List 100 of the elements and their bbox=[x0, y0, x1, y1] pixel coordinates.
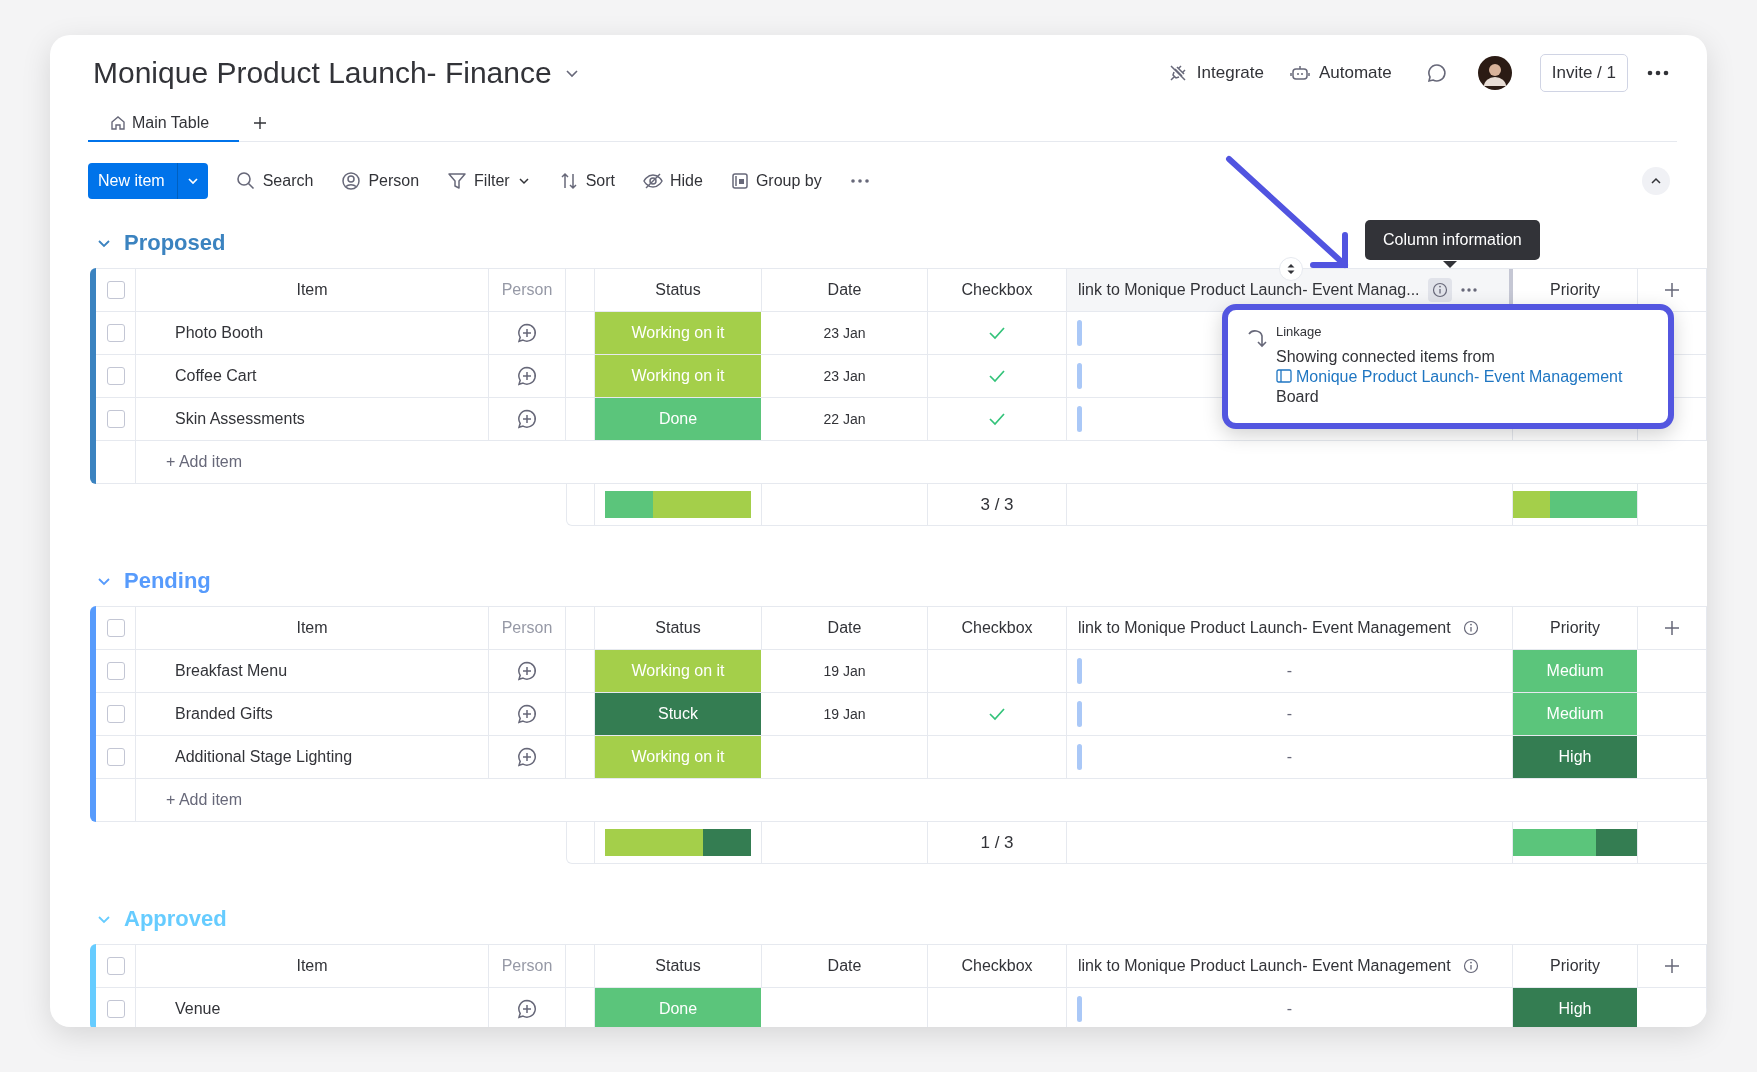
search-button[interactable]: Search bbox=[235, 171, 314, 191]
link-bar bbox=[1077, 701, 1082, 727]
check-icon bbox=[988, 707, 1006, 721]
automate-button[interactable]: Automate bbox=[1289, 63, 1392, 83]
board-title: Monique Product Launch- Finance bbox=[93, 56, 552, 90]
view-tab[interactable]: Main Table bbox=[88, 105, 240, 142]
date-cell: 23 Jan bbox=[823, 368, 866, 384]
popup-title: Linkage bbox=[1276, 324, 1323, 339]
column-header[interactable]: Priority bbox=[1550, 619, 1600, 637]
chat-icon[interactable] bbox=[1425, 62, 1448, 84]
search-icon bbox=[235, 171, 256, 191]
popup-text: Showing connected items from Monique Product Launch- Event Management Board bbox=[1276, 347, 1624, 407]
more-icon[interactable] bbox=[1646, 69, 1670, 77]
column-header[interactable]: Priority bbox=[1550, 957, 1600, 975]
column-header[interactable]: Item bbox=[296, 619, 328, 637]
comment-plus-icon[interactable] bbox=[516, 746, 538, 768]
item-name[interactable]: Venue bbox=[175, 1000, 221, 1018]
integrate-button[interactable]: Integrate bbox=[1167, 63, 1264, 83]
status-label[interactable]: Stuck bbox=[595, 693, 762, 735]
select-all-checkbox[interactable] bbox=[106, 619, 125, 637]
add-column-icon[interactable] bbox=[1663, 619, 1681, 637]
item-name[interactable]: Additional Stage Lighting bbox=[175, 748, 353, 766]
add-item-link[interactable]: + Add item bbox=[166, 453, 243, 471]
avatar-icon[interactable] bbox=[1477, 56, 1512, 90]
row-checkbox[interactable] bbox=[106, 748, 125, 766]
empty-link-cell: - bbox=[1286, 1000, 1293, 1018]
link-bar bbox=[1077, 996, 1082, 1022]
column-header[interactable]: Status bbox=[655, 281, 701, 299]
column-header[interactable]: Item bbox=[296, 957, 328, 975]
checkbox-count: 3 / 3 bbox=[980, 494, 1014, 515]
add-column-icon[interactable] bbox=[1663, 281, 1681, 299]
info-icon[interactable] bbox=[1427, 278, 1452, 302]
row-checkbox[interactable] bbox=[106, 705, 125, 723]
comment-plus-icon[interactable] bbox=[516, 660, 538, 682]
column-header[interactable]: Item bbox=[296, 281, 328, 299]
plus-icon[interactable] bbox=[253, 116, 268, 130]
column-header[interactable]: Priority bbox=[1550, 281, 1600, 299]
more-icon[interactable] bbox=[849, 178, 870, 184]
sort-button[interactable]: Sort bbox=[558, 171, 615, 191]
link-bar bbox=[1077, 658, 1082, 684]
link-bar bbox=[1077, 363, 1082, 389]
hide-button[interactable]: Hide bbox=[643, 171, 703, 191]
column-header[interactable]: Checkbox bbox=[961, 619, 1033, 637]
item-name[interactable]: Skin Assessments bbox=[175, 410, 305, 428]
select-all-checkbox[interactable] bbox=[106, 957, 125, 975]
empty-link-cell: - bbox=[1286, 705, 1293, 723]
item-name[interactable]: Coffee Cart bbox=[175, 367, 257, 385]
date-cell: 19 Jan bbox=[823, 663, 866, 679]
group-title[interactable]: Proposed bbox=[124, 230, 226, 256]
person-button[interactable]: Person bbox=[341, 171, 420, 191]
person-icon bbox=[341, 171, 362, 191]
board-link[interactable]: Monique Product Launch- Event Management bbox=[1276, 368, 1623, 385]
comment-plus-icon[interactable] bbox=[516, 998, 538, 1020]
add-item-link[interactable]: + Add item bbox=[166, 791, 243, 809]
invite-button[interactable]: Invite / 1 bbox=[1539, 54, 1628, 92]
column-header[interactable]: link to Monique Product Launch- Event Management bbox=[1078, 619, 1451, 637]
comment-plus-icon[interactable] bbox=[516, 703, 538, 725]
column-header[interactable]: Checkbox bbox=[961, 957, 1033, 975]
filter-button[interactable]: Filter bbox=[447, 171, 531, 191]
group-icon bbox=[730, 172, 749, 190]
robot-icon bbox=[1289, 63, 1310, 83]
empty-link-cell: - bbox=[1286, 748, 1293, 766]
column-header[interactable]: Date bbox=[827, 619, 862, 637]
comment-plus-icon[interactable] bbox=[516, 408, 538, 430]
resize-handle-icon[interactable] bbox=[1279, 257, 1303, 281]
tooltip-pointer bbox=[1443, 261, 1457, 268]
board-icon bbox=[1276, 369, 1292, 383]
comment-plus-icon[interactable] bbox=[516, 322, 538, 344]
item-name[interactable]: Photo Booth bbox=[175, 324, 264, 342]
column-header[interactable]: Status bbox=[655, 619, 701, 637]
collapse-button[interactable] bbox=[1642, 167, 1670, 195]
link-bar bbox=[1077, 406, 1082, 432]
item-name[interactable]: Breakfast Menu bbox=[175, 662, 288, 680]
check-icon bbox=[988, 412, 1006, 426]
priority-label[interactable]: High bbox=[1513, 988, 1638, 1027]
group-button[interactable]: Group by bbox=[730, 172, 822, 190]
row-checkbox[interactable] bbox=[106, 662, 125, 680]
column-header[interactable]: link to Monique Product Launch- Event Management bbox=[1078, 957, 1451, 975]
comment-plus-icon[interactable] bbox=[516, 365, 538, 387]
row-checkbox[interactable] bbox=[106, 410, 125, 428]
column-header[interactable]: Date bbox=[827, 957, 862, 975]
filter-icon bbox=[447, 171, 468, 191]
item-name[interactable]: Branded Gifts bbox=[175, 705, 273, 723]
priority-label[interactable]: High bbox=[1513, 736, 1638, 778]
checkbox-count: 1 / 3 bbox=[980, 832, 1014, 853]
link-bar bbox=[1077, 744, 1082, 770]
column-header[interactable]: Checkbox bbox=[961, 281, 1033, 299]
row-checkbox[interactable] bbox=[106, 367, 125, 385]
row-checkbox[interactable] bbox=[106, 324, 125, 342]
hide-icon bbox=[643, 171, 663, 191]
new-item-button[interactable]: New item bbox=[88, 163, 208, 199]
add-column-icon[interactable] bbox=[1663, 957, 1681, 975]
date-cell: 22 Jan bbox=[823, 411, 866, 427]
tooltip: Column information bbox=[1365, 220, 1540, 260]
column-header[interactable]: Date bbox=[827, 281, 862, 299]
check-icon bbox=[988, 326, 1006, 340]
row-checkbox[interactable] bbox=[106, 1000, 125, 1018]
date-cell: 23 Jan bbox=[823, 325, 866, 341]
select-all-checkbox[interactable] bbox=[106, 281, 125, 299]
column-header[interactable]: Status bbox=[655, 957, 701, 975]
